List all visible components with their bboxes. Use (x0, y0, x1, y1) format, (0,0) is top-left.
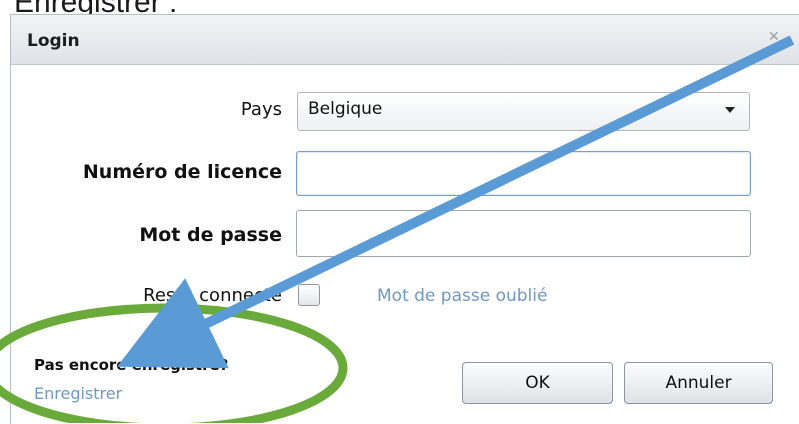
chevron-down-icon[interactable] (725, 107, 735, 113)
register-question: Pas encore enregistré? (34, 356, 229, 374)
remember-checkbox[interactable] (298, 284, 320, 306)
license-input[interactable] (296, 151, 751, 196)
close-icon[interactable]: ✕ (768, 29, 780, 45)
license-label: Numéro de licence (82, 161, 282, 183)
cancel-button[interactable]: Annuler (624, 362, 773, 404)
dialog-title: Login (27, 31, 80, 51)
country-select[interactable]: Belgique (297, 92, 750, 131)
remember-label: Reste connecté (143, 285, 282, 306)
dialog-titlebar: Login ✕ (11, 15, 799, 65)
ok-button[interactable]: OK (462, 362, 613, 404)
country-label: Pays (240, 99, 282, 120)
forgot-password-link[interactable]: Mot de passe oublié (377, 286, 547, 306)
password-input[interactable] (296, 210, 751, 257)
country-select-value: Belgique (308, 99, 383, 119)
register-link[interactable]: Enregistrer (34, 384, 122, 403)
password-label: Mot de passe (139, 224, 282, 246)
